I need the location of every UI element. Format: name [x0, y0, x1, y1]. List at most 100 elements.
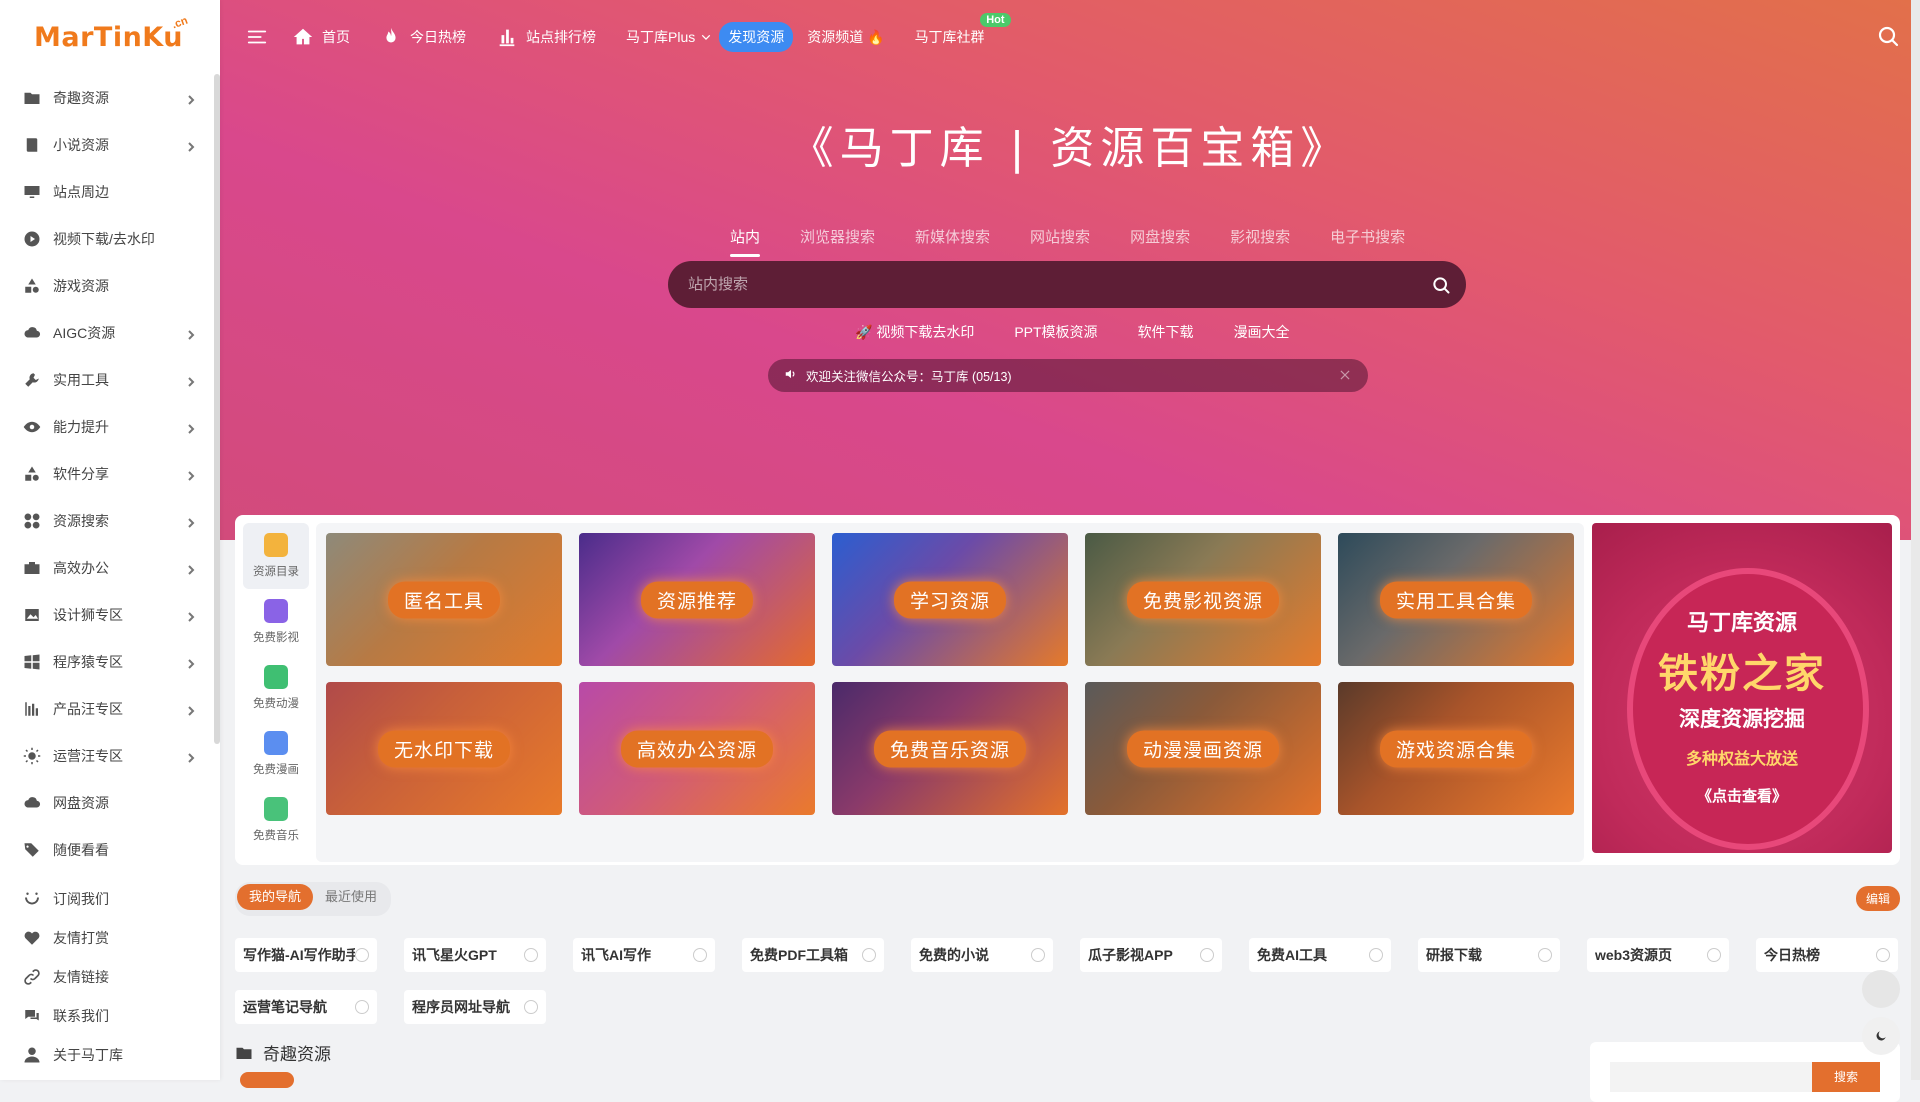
category-tile[interactable]: 动漫漫画资源	[1085, 682, 1321, 815]
category-tab-0[interactable]: 资源目录	[243, 523, 309, 589]
logo[interactable]: MarTinKu .cn	[0, 0, 220, 74]
info-icon[interactable]	[355, 1000, 369, 1014]
tab-recent[interactable]: 最近使用	[313, 884, 389, 910]
nav-card[interactable]: 瓜子影视APP	[1080, 938, 1222, 972]
category-tile[interactable]: 游戏资源合集	[1338, 682, 1574, 815]
category-tile[interactable]: 高效办公资源	[579, 682, 815, 815]
wrench-icon	[22, 370, 42, 390]
page-scrollbar[interactable]	[1911, 0, 1920, 1080]
quick-link-3[interactable]: 漫画大全	[1234, 322, 1290, 342]
nav-card[interactable]: 程序员网址导航	[404, 990, 546, 1024]
chevron-right-icon	[186, 750, 198, 763]
sidebar-item-15[interactable]: 网盘资源	[0, 779, 220, 826]
tab-my-nav[interactable]: 我的导航	[237, 884, 314, 910]
search-tab-0[interactable]: 站内	[730, 226, 761, 257]
menu-toggle-icon[interactable]	[246, 26, 268, 48]
search-tab-2[interactable]: 新媒体搜索	[915, 226, 990, 257]
sidebar-item-9[interactable]: 资源搜索	[0, 497, 220, 544]
category-tab-3[interactable]: 免费漫画	[243, 721, 309, 787]
nav-card[interactable]: 免费AI工具	[1249, 938, 1391, 972]
sidebar-footer-item-0[interactable]: 订阅我们	[0, 879, 220, 918]
category-tile[interactable]: 资源推荐	[579, 533, 815, 666]
search-icon[interactable]	[1876, 24, 1900, 48]
nav-card[interactable]: 研报下载	[1418, 938, 1560, 972]
promo-banner[interactable]: 马丁库资源 铁粉之家 深度资源挖掘 多种权益大放送 《点击查看》	[1592, 523, 1892, 853]
nav-card[interactable]: web3资源页	[1587, 938, 1729, 972]
info-icon[interactable]	[1031, 948, 1045, 962]
category-tab-4[interactable]: 免费音乐	[243, 787, 309, 853]
sidebar-item-4[interactable]: 游戏资源	[0, 262, 220, 309]
section-tab-pill[interactable]	[240, 1072, 294, 1088]
sidebar-item-1[interactable]: 小说资源	[0, 121, 220, 168]
sidebar-item-11[interactable]: 设计狮专区	[0, 591, 220, 638]
info-icon[interactable]	[355, 948, 369, 962]
nav-discover[interactable]: 发现资源	[719, 22, 794, 52]
search-submit-icon[interactable]	[1416, 261, 1466, 308]
search-input[interactable]	[668, 275, 1416, 294]
search-tab-6[interactable]: 电子书搜索	[1330, 226, 1405, 257]
nav-card[interactable]: 运营笔记导航	[235, 990, 377, 1024]
info-icon[interactable]	[693, 948, 707, 962]
search-tab-5[interactable]: 影视搜索	[1230, 226, 1290, 257]
category-tile[interactable]: 实用工具合集	[1338, 533, 1574, 666]
sidebar-item-14[interactable]: 运营汪专区	[0, 732, 220, 779]
nav-plus[interactable]: 马丁库Plus	[626, 27, 711, 47]
info-icon[interactable]	[1200, 948, 1214, 962]
sidebar-item-2[interactable]: 站点周边	[0, 168, 220, 215]
sidebar-item-7[interactable]: 能力提升	[0, 403, 220, 450]
nav-card[interactable]: 免费PDF工具箱	[742, 938, 884, 972]
category-tile[interactable]: 免费音乐资源	[832, 682, 1068, 815]
nav-card[interactable]: 免费的小说	[911, 938, 1053, 972]
sidebar-scrollbar[interactable]	[214, 74, 220, 744]
nav-channel[interactable]: 资源频道 🔥	[807, 27, 884, 47]
sidebar-item-5[interactable]: AIGC资源	[0, 309, 220, 356]
info-icon[interactable]	[524, 1000, 538, 1014]
side-search-button[interactable]: 搜索	[1812, 1062, 1880, 1092]
category-tab-1[interactable]: 免费影视	[243, 589, 309, 655]
info-icon[interactable]	[862, 948, 876, 962]
search-tab-3[interactable]: 网站搜索	[1030, 226, 1090, 257]
info-icon[interactable]	[1538, 948, 1552, 962]
category-tile[interactable]: 匿名工具	[326, 533, 562, 666]
info-icon[interactable]	[1876, 948, 1890, 962]
search-tab-4[interactable]: 网盘搜索	[1130, 226, 1190, 257]
sidebar-footer-item-2[interactable]: 友情链接	[0, 957, 220, 996]
sidebar-footer-item-4[interactable]: 关于马丁库	[0, 1035, 220, 1074]
info-icon[interactable]	[1369, 948, 1383, 962]
quick-link-1[interactable]: PPT模板资源	[1014, 322, 1097, 342]
nav-rank[interactable]: 站点排行榜	[496, 26, 596, 48]
side-search-input[interactable]	[1610, 1062, 1812, 1092]
quick-link-2[interactable]: 软件下载	[1138, 322, 1194, 342]
sidebar-item-13[interactable]: 产品汪专区	[0, 685, 220, 732]
edit-button[interactable]: 编辑	[1856, 886, 1901, 911]
sidebar-item-8[interactable]: 软件分享	[0, 450, 220, 497]
sidebar-item-0[interactable]: 奇趣资源	[0, 74, 220, 121]
nav-community[interactable]: 马丁库社群 Hot	[915, 13, 1011, 47]
nav-card[interactable]: 讯飞AI写作	[573, 938, 715, 972]
nav-card[interactable]: 今日热榜	[1756, 938, 1898, 972]
dark-mode-toggle[interactable]	[1862, 1017, 1900, 1055]
sidebar-item-16[interactable]: 随便看看	[0, 826, 220, 873]
sidebar-item-6[interactable]: 实用工具	[0, 356, 220, 403]
category-tile[interactable]: 无水印下载	[326, 682, 562, 815]
category-tile[interactable]: 学习资源	[832, 533, 1068, 666]
quick-link-0[interactable]: 🚀 视频下载去水印	[855, 322, 974, 342]
sidebar-item-10[interactable]: 高效办公	[0, 544, 220, 591]
sidebar-footer-item-3[interactable]: 联系我们	[0, 996, 220, 1035]
nav-card[interactable]: 讯飞星火GPT	[404, 938, 546, 972]
sidebar-footer-item-1[interactable]: 友情打赏	[0, 918, 220, 957]
nav-card[interactable]: 写作猫-AI写作助手	[235, 938, 377, 972]
sidebar-item-3[interactable]: 视频下载/去水印	[0, 215, 220, 262]
category-tab-2[interactable]: 免费动漫	[243, 655, 309, 721]
close-icon[interactable]	[1338, 368, 1352, 382]
sidebar-item-12[interactable]: 程序猿专区	[0, 638, 220, 685]
nav-hot[interactable]: 今日热榜	[380, 26, 466, 48]
search-tab-1[interactable]: 浏览器搜索	[800, 226, 875, 257]
info-icon[interactable]	[524, 948, 538, 962]
category-tile[interactable]: 免费影视资源	[1085, 533, 1321, 666]
monitor-icon	[22, 182, 42, 202]
nav-home[interactable]: 首页	[292, 26, 350, 48]
sidebar-item-label: 游戏资源	[53, 277, 109, 294]
scroll-top-button[interactable]	[1862, 970, 1900, 1008]
info-icon[interactable]	[1707, 948, 1721, 962]
